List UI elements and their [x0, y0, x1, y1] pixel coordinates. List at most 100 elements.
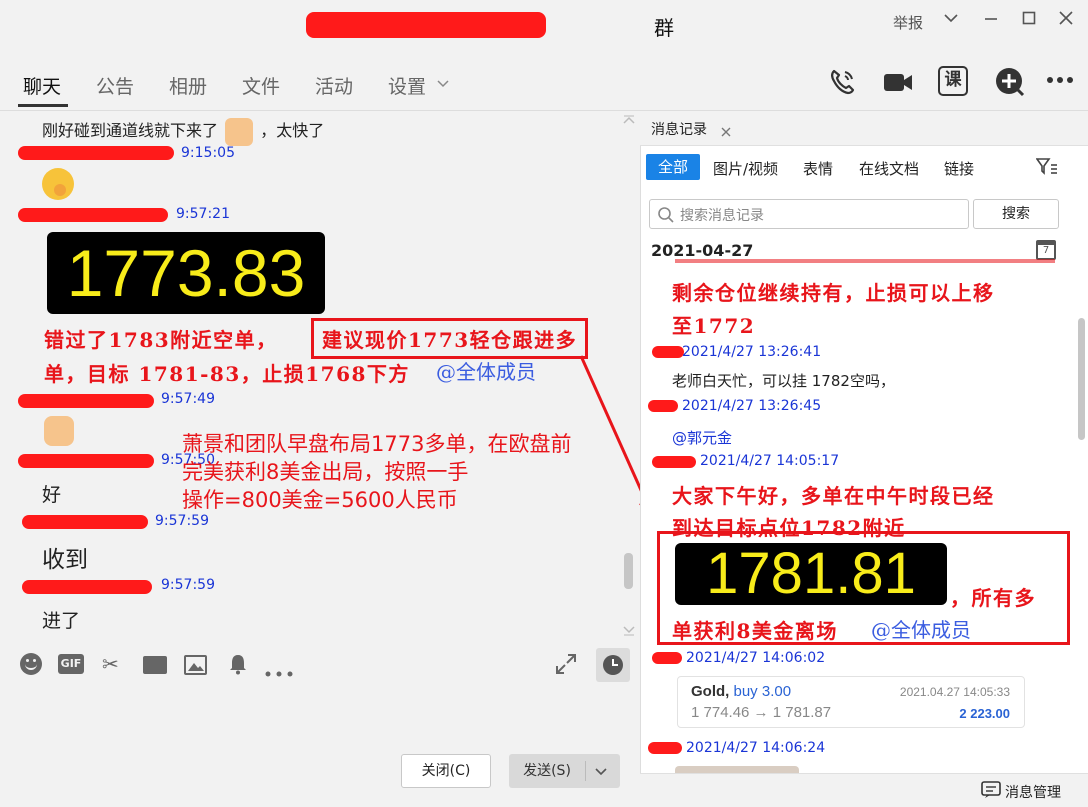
maximize-icon[interactable] [1021, 10, 1037, 30]
red-notice-line: 剩余仓位继续持有，止损可以上移 [672, 281, 995, 305]
red-notice-line: 单获利8美金离场 [672, 619, 838, 643]
history-date: 2021-04-27 [651, 241, 754, 260]
scissors-icon[interactable]: ✂ [102, 652, 119, 676]
gif-icon[interactable]: GIF [58, 654, 84, 674]
close-icon[interactable] [1058, 10, 1074, 30]
message-text: ，太快了 [260, 121, 325, 140]
history-timestamp: 2021/4/27 13:26:41 [682, 344, 822, 360]
tab-announcement[interactable]: 公告 [96, 72, 134, 99]
message-manage-icon[interactable] [981, 781, 1001, 803]
history-timestamp: 2021/4/27 14:05:17 [700, 453, 840, 469]
divider [585, 761, 586, 781]
calendar-icon[interactable]: 7 [1036, 240, 1056, 260]
more-icon[interactable] [1046, 70, 1078, 102]
chat-message: 刚好碰到通道线就下来了 ，太快了 [42, 117, 324, 146]
redaction-mark [18, 454, 154, 468]
filter-all[interactable]: 全部 [646, 154, 700, 180]
tab-album[interactable]: 相册 [169, 72, 207, 99]
bell-icon[interactable] [228, 653, 248, 679]
history-timestamp: 2021/4/27 14:06:24 [686, 740, 826, 756]
highlight-box: 建议现价1773轻仓跟进多 [311, 318, 589, 359]
annotation-text: 萧景和团队早盘布局1773多单，在欧盘前 完美获利8美金出局，按照一手 操作=8… [182, 430, 571, 514]
history-panel-title: 消息记录 [651, 122, 707, 138]
price-image-1781: 1781.81 [675, 543, 947, 605]
chevron-down-icon[interactable] [594, 764, 608, 783]
filter-icon[interactable] [1035, 157, 1058, 181]
message-manage-button[interactable]: 消息管理 [1005, 782, 1061, 802]
tab-chat[interactable]: 聊天 [23, 72, 61, 99]
history-scrollbar[interactable] [1078, 318, 1085, 440]
message-input[interactable] [0, 687, 640, 807]
history-timestamp: 2021/4/27 13:26:45 [682, 398, 822, 414]
annotation-line: 完美获利8美金出局，按照一手 [182, 460, 469, 484]
message-timestamp: 9:57:21 [176, 206, 230, 222]
history-toggle-button[interactable] [596, 648, 630, 682]
trade-symbol: Gold, buy 3.00 [691, 683, 791, 700]
emoji-icon[interactable] [20, 653, 42, 675]
filter-media[interactable]: 图片/视频 [713, 158, 778, 179]
chevron-down-icon[interactable] [436, 76, 450, 95]
redaction-mark [22, 580, 152, 594]
redaction-mark [648, 400, 678, 412]
chat-message: 进了 [42, 610, 81, 632]
redaction-mark [648, 742, 682, 754]
trade-side: buy 3.00 [733, 683, 792, 700]
message-timestamp: 9:15:05 [181, 145, 235, 161]
annotation-line: 操作=800美金=5600人民币 [182, 488, 458, 512]
send-button[interactable]: 发送(S) [509, 754, 585, 788]
video-call-icon[interactable] [882, 66, 914, 98]
chat-message: 收到 [42, 547, 88, 573]
redaction-mark [652, 456, 696, 468]
clock-icon [603, 655, 623, 675]
red-notice-line: 大家下午好，多单在中午时段已经 [672, 484, 995, 508]
chat-scrollbar[interactable] [624, 553, 633, 589]
folder-icon[interactable] [143, 656, 167, 674]
trade-symbol-name: Gold, [691, 683, 730, 700]
close-button[interactable]: 关闭(C) [401, 754, 491, 788]
close-icon[interactable] [720, 123, 732, 142]
report-link[interactable]: 举报 [893, 12, 923, 33]
chat-message: 好 [42, 484, 62, 506]
scroll-up-icon[interactable] [622, 112, 636, 131]
history-message: 老师白天忙，可以挂 1782空吗， [672, 372, 895, 390]
search-button[interactable]: 搜索 [973, 199, 1059, 229]
mention-all[interactable]: @全体成员 [436, 356, 536, 385]
tab-files[interactable]: 文件 [242, 72, 280, 99]
class-icon[interactable]: 课 [938, 66, 970, 98]
phone-call-icon[interactable] [826, 66, 858, 98]
image-icon[interactable] [184, 655, 207, 675]
add-icon[interactable] [994, 66, 1026, 98]
message-text: 刚好碰到通道线就下来了 [42, 121, 219, 140]
redaction-mark [22, 515, 148, 529]
title-bar: 群 举报 [0, 0, 1088, 46]
chat-toolbar [0, 641, 640, 687]
history-search-input[interactable]: 搜索消息记录 [649, 199, 969, 229]
filter-docs[interactable]: 在线文档 [859, 158, 919, 179]
trade-prices: 1 774.46 → 1 781.87 [691, 704, 832, 721]
message-timestamp: 9:57:59 [161, 577, 215, 593]
emoji-thinking-icon [42, 168, 74, 200]
expand-icon[interactable] [554, 652, 578, 680]
more-tools-icon[interactable] [265, 662, 295, 681]
redaction-mark [18, 208, 168, 222]
tab-settings[interactable]: 设置 [388, 72, 426, 99]
redaction-mark [306, 12, 546, 38]
class-icon-label: 课 [938, 66, 968, 96]
red-notice-line: ，所有多 [950, 586, 1036, 610]
mention-all[interactable]: @全体成员 [871, 614, 971, 643]
filter-emoji[interactable]: 表情 [803, 158, 833, 179]
chevron-down-icon[interactable] [943, 10, 959, 30]
tab-activity[interactable]: 活动 [315, 72, 353, 99]
price-image-1773: 1773.83 [47, 232, 325, 314]
minimize-icon[interactable] [983, 10, 999, 30]
trade-card: Gold, buy 3.00 1 774.46 → 1 781.87 2021.… [677, 676, 1025, 728]
red-notice-line-2: 单，目标 1781-83，止损1768下方 [44, 362, 410, 386]
redaction-mark [652, 652, 682, 664]
redaction-mark [18, 394, 154, 408]
scroll-down-icon[interactable] [622, 622, 636, 641]
filter-links[interactable]: 链接 [944, 158, 974, 179]
mention-user[interactable]: @郭元金 [672, 427, 732, 448]
cut-off-text [675, 259, 1055, 263]
search-icon [658, 207, 674, 223]
trade-time: 2021.04.27 14:05:33 [899, 685, 1010, 699]
